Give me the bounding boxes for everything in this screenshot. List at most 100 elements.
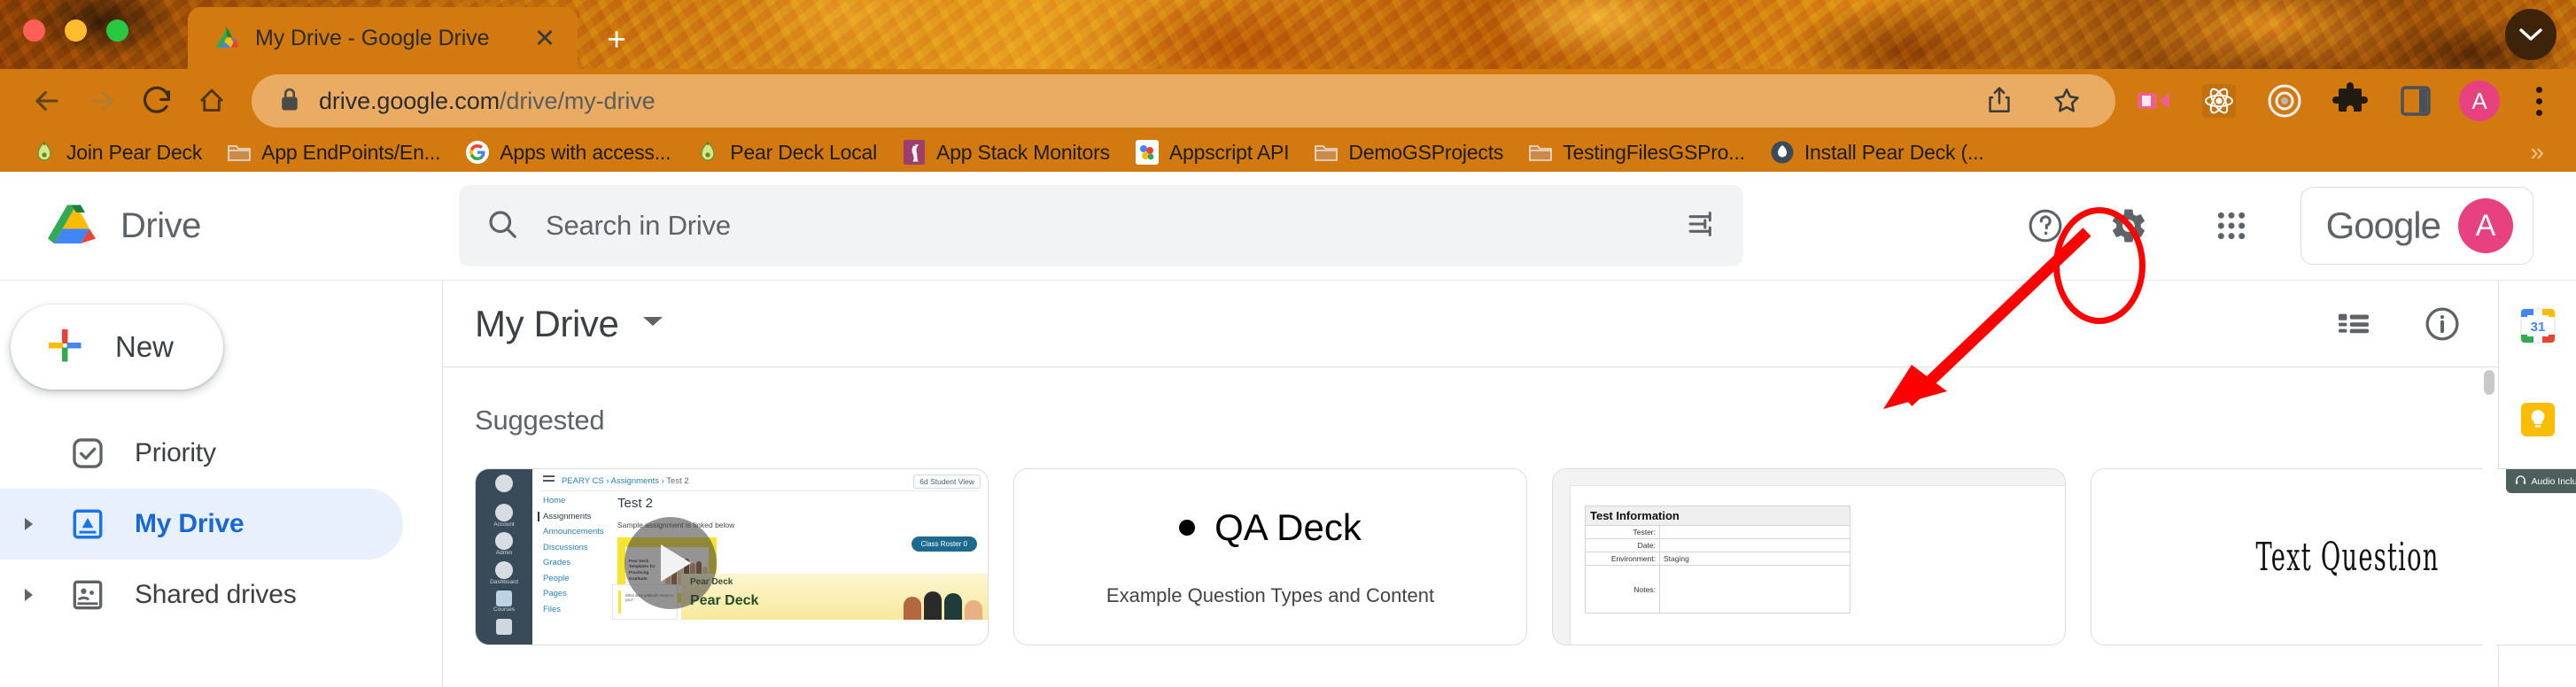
badge-label: Audio Included: [2531, 475, 2576, 487]
screen-recorder-icon[interactable]: [2131, 79, 2176, 123]
browser-tab[interactable]: My Drive - Google Drive ✕: [188, 7, 578, 69]
address-bar-url: drive.google.com/drive/my-drive: [319, 87, 656, 114]
svg-text:31: 31: [2530, 320, 2545, 335]
stork-icon: [902, 140, 927, 165]
google-calendar-icon[interactable]: 31: [2518, 305, 2558, 346]
share-icon[interactable]: [1977, 79, 2021, 123]
sidebar-item-my-drive[interactable]: My Drive: [0, 489, 403, 560]
bookmark-item[interactable]: Apps with access...: [453, 135, 683, 169]
info-circle-icon[interactable]: [2408, 289, 2477, 359]
page-title: My Drive: [475, 302, 619, 344]
class-roster-button: Class Roster 0: [911, 536, 977, 552]
sidebar-item-label: Shared drives: [135, 580, 297, 609]
help-circle-icon[interactable]: [2008, 189, 2083, 263]
star-icon[interactable]: [2045, 79, 2089, 123]
suggested-card[interactable]: Test Information Tester: Date: Environme…: [1552, 468, 2066, 645]
avatar[interactable]: A: [2458, 198, 2513, 253]
bookmark-label: Install Pear Deck (...: [1804, 140, 1984, 164]
back-arrow-icon[interactable]: [19, 73, 74, 128]
row-label: Notes:: [1585, 565, 1660, 614]
bookmark-item[interactable]: Pear Deck Local: [683, 135, 889, 169]
spreadsheet-page: Test Information Tester: Date: Environme…: [1571, 486, 2065, 645]
minimize-window-button[interactable]: [65, 19, 87, 42]
gear-icon[interactable]: [2091, 189, 2166, 263]
bookmark-label: TestingFilesGSPro...: [1563, 140, 1745, 164]
table-row: Notes:: [1585, 565, 1851, 614]
drive-logo-link[interactable]: Drive: [25, 199, 450, 253]
banner-illustration: [904, 591, 982, 620]
apps-grid-icon[interactable]: [2194, 189, 2269, 263]
target-icon[interactable]: [2262, 79, 2307, 123]
lms-course-nav: Home Assignments Announcements Discussio…: [532, 496, 604, 620]
sidebar-item-shared-drives[interactable]: Shared drives: [0, 560, 403, 630]
google-drive-icon: [211, 25, 241, 51]
drive-sidebar: New Priority My Drive Shared drives: [0, 280, 443, 687]
chevron-down-icon[interactable]: [2505, 9, 2557, 60]
main-toolbar-actions: [2319, 289, 2477, 359]
lms-rail-dashboard: Dashboard: [486, 561, 522, 587]
sidebar-nav: Priority My Drive Shared drives: [0, 418, 442, 630]
suggested-card[interactable]: Account Admin Dashboard Courses PEARY CS…: [475, 468, 989, 645]
bookmark-item[interactable]: TestingFilesGSPro...: [1516, 135, 1757, 169]
close-tab-button[interactable]: ✕: [528, 21, 562, 55]
bookmark-label: Join Pear Deck: [66, 140, 203, 164]
reload-icon[interactable]: [129, 73, 184, 128]
test-information-table: Test Information Tester: Date: Environme…: [1585, 506, 1851, 614]
drive-body: New Priority My Drive Shared drives My D…: [0, 280, 2576, 687]
chevron-down-icon[interactable]: [641, 314, 664, 333]
forward-arrow-icon[interactable]: [74, 73, 129, 128]
bookmark-item[interactable]: App EndPoints/En...: [214, 135, 453, 169]
suggested-cards: Account Admin Dashboard Courses PEARY CS…: [443, 436, 2576, 645]
list-view-icon[interactable]: [2319, 289, 2388, 359]
lms-rail-calendar: [486, 619, 522, 645]
bookmarks-overflow-button[interactable]: »: [2530, 138, 2557, 166]
new-tab-button[interactable]: +: [595, 18, 638, 60]
play-triangle-icon[interactable]: [625, 517, 717, 609]
sidebar-item-priority[interactable]: Priority: [0, 418, 403, 489]
folder-icon: [1528, 140, 1553, 165]
tune-filter-icon[interactable]: [1687, 209, 1719, 243]
kebab-menu-icon[interactable]: [2521, 79, 2557, 123]
card-thumbnail: QA Deck Example Question Types and Conte…: [1014, 469, 1526, 645]
home-icon[interactable]: [184, 73, 239, 128]
side-panel-icon[interactable]: [2394, 79, 2438, 123]
shared-drives-icon: [67, 575, 108, 615]
account-switcher[interactable]: Google A: [2300, 187, 2533, 265]
maximize-window-button[interactable]: [106, 19, 128, 42]
suggested-card[interactable]: Text Question Audio Included: [2091, 468, 2576, 645]
search-placeholder: Search in Drive: [546, 210, 731, 241]
scrollbar-thumb[interactable]: [2484, 370, 2495, 395]
address-bar[interactable]: drive.google.com/drive/my-drive: [252, 74, 2115, 127]
extensions-puzzle-icon[interactable]: [2328, 79, 2372, 123]
card-thumbnail: Text Question Audio Included: [2091, 469, 2576, 645]
row-value: [1659, 565, 1851, 614]
row-value: [1659, 525, 1851, 539]
new-button-label: New: [115, 330, 175, 363]
bookmark-item[interactable]: Install Pear Deck (...: [1757, 135, 1997, 169]
new-button[interactable]: New: [11, 305, 223, 390]
bookmark-label: App Stack Monitors: [936, 140, 1110, 164]
browser-profile-avatar[interactable]: A: [2459, 81, 2500, 121]
react-devtools-icon[interactable]: [2197, 79, 2241, 123]
slide-title-row: QA Deck: [1179, 506, 1362, 549]
lms-nav-item: Files: [543, 604, 562, 614]
priority-check-icon: [67, 433, 108, 474]
close-window-button[interactable]: [23, 19, 45, 42]
chevron-right-icon[interactable]: [16, 515, 41, 533]
content-scrollbar[interactable]: [2482, 368, 2496, 687]
table-row: Tester:: [1585, 525, 1851, 539]
bookmark-item[interactable]: Appscript API: [1122, 135, 1301, 169]
window-traffic-lights[interactable]: [23, 19, 128, 42]
google-keep-icon[interactable]: [2518, 399, 2558, 440]
google-drive-logo: [44, 199, 99, 253]
bookmark-label: App EndPoints/En...: [261, 140, 441, 164]
chevron-right-icon[interactable]: [16, 586, 41, 604]
search-input[interactable]: Search in Drive: [459, 185, 1743, 266]
my-drive-icon: [67, 504, 108, 544]
suggested-card[interactable]: QA Deck Example Question Types and Conte…: [1013, 468, 1527, 645]
bookmark-item[interactable]: DemoGSProjects: [1301, 135, 1516, 169]
bookmark-item[interactable]: Join Pear Deck: [19, 135, 214, 169]
pear-deck-icon: [695, 140, 720, 165]
lms-columns: Home Assignments Announcements Discussio…: [532, 496, 988, 620]
bookmark-item[interactable]: App Stack Monitors: [889, 135, 1122, 169]
